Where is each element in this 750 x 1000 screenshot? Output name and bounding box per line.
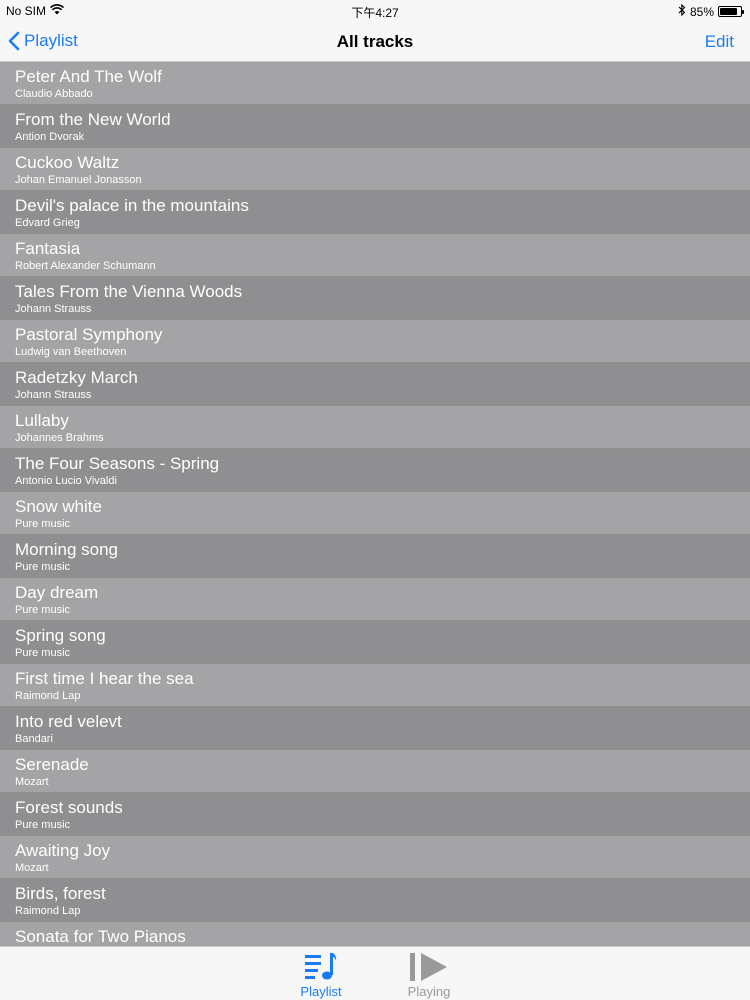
track-row[interactable]: Radetzky March Johann Strauss <box>0 363 750 406</box>
battery-fill <box>720 8 737 15</box>
track-artist: Johan Emanuel Jonasson <box>15 174 142 186</box>
track-row[interactable]: Tales From the Vienna Woods Johann Straus… <box>0 277 750 320</box>
battery-percent: 85% <box>689 4 714 19</box>
track-title: Peter And The Wolf <box>15 67 162 86</box>
track-title: Birds, forest <box>15 884 106 903</box>
track-row[interactable]: Day dream Pure music <box>0 578 750 621</box>
track-title: Radetzky March <box>15 368 138 387</box>
track-title: Day dream <box>15 583 99 602</box>
track-row[interactable]: Spring song Pure music <box>0 621 750 664</box>
track-artist: Johann Strauss <box>15 389 92 401</box>
navigation-bar: Playlist All tracks Edit <box>0 22 750 62</box>
track-row[interactable]: Serenade Mozart <box>0 750 750 793</box>
track-title: Snow white <box>15 497 102 516</box>
track-artist: Antion Dvorak <box>15 131 85 143</box>
track-row[interactable]: Lullaby Johannes Brahms <box>0 406 750 449</box>
tab-playlist[interactable]: Playlist <box>281 951 361 999</box>
track-artist: Raimond Lap <box>15 905 81 917</box>
track-row[interactable]: Birds, forest Raimond Lap <box>0 879 750 922</box>
track-artist: Bandari <box>15 733 53 745</box>
track-row[interactable]: Pastoral Symphony Ludwig van Beethoven <box>0 320 750 363</box>
track-row[interactable]: Morning song Pure music <box>0 535 750 578</box>
track-row[interactable]: The Four Seasons - Spring Antonio Lucio V… <box>0 449 750 492</box>
music-list-icon <box>281 951 361 983</box>
track-artist: Edvard Grieg <box>15 217 80 229</box>
track-artist: Johannes Brahms <box>15 432 104 444</box>
tab-playing-label: Playing <box>407 984 451 999</box>
track-title: Spring song <box>15 626 106 645</box>
status-right: 85% <box>678 3 744 19</box>
track-row[interactable]: Cuckoo Waltz Johan Emanuel Jonasson <box>0 148 750 191</box>
track-row[interactable]: First time I hear the sea Raimond Lap <box>0 664 750 707</box>
track-title: The Four Seasons - Spring <box>15 454 220 473</box>
track-artist: Raimond Lap <box>15 690 81 702</box>
battery-icon <box>718 6 744 17</box>
track-artist: Pure music <box>15 561 71 573</box>
page-title: All tracks <box>336 32 414 51</box>
track-title: Cuckoo Waltz <box>15 153 120 172</box>
track-artist: Pure music <box>15 819 71 831</box>
track-artist: Claudio Abbado <box>15 88 93 100</box>
track-row[interactable]: From the New World Antion Dvorak <box>0 105 750 148</box>
track-title: Sonata for Two Pianos <box>15 927 186 946</box>
track-row[interactable]: Into red velevt Bandari <box>0 707 750 750</box>
track-artist: Mozart <box>15 776 49 788</box>
tab-playing[interactable]: Playing <box>389 951 469 999</box>
track-row[interactable]: Awaiting Joy Mozart <box>0 836 750 879</box>
tab-playlist-label: Playlist <box>300 984 342 999</box>
track-artist: Mozart <box>15 862 49 874</box>
track-artist: Antonio Lucio Vivaldi <box>15 475 117 487</box>
track-title: From the New World <box>15 110 171 129</box>
track-title: Forest sounds <box>15 798 123 817</box>
track-artist: Johann Strauss <box>15 303 92 315</box>
track-title: Pastoral Symphony <box>15 325 163 344</box>
track-row[interactable]: Sonata for Two Pianos <box>0 922 750 946</box>
track-artist: Pure music <box>15 518 71 530</box>
track-row[interactable]: Peter And The Wolf Claudio Abbado <box>0 62 750 105</box>
status-time: 下午4:27 <box>351 6 399 20</box>
track-row[interactable]: Snow white Pure music <box>0 492 750 535</box>
track-title: Devil's palace in the mountains <box>15 196 249 215</box>
track-title: Lullaby <box>15 411 69 430</box>
track-title: Morning song <box>15 540 119 559</box>
track-row[interactable]: Devil's palace in the mountains Edvard Gr… <box>0 191 750 234</box>
track-row[interactable]: Fantasia Robert Alexander Schumann <box>0 234 750 277</box>
track-title: First time I hear the sea <box>15 669 194 688</box>
track-title: Awaiting Joy <box>15 841 111 860</box>
bluetooth-icon <box>678 3 686 19</box>
track-title: Tales From the Vienna Woods <box>15 282 243 301</box>
track-artist: Pure music <box>15 604 71 616</box>
track-artist: Robert Alexander Schumann <box>15 260 156 272</box>
track-title: Fantasia <box>15 239 81 258</box>
tab-bar: Playlist Playing <box>0 946 750 1000</box>
play-icon <box>389 951 469 983</box>
edit-button[interactable]: Edit <box>705 32 734 52</box>
track-title: Serenade <box>15 755 89 774</box>
track-list[interactable]: Peter And The Wolf Claudio Abbado From the… <box>0 62 750 946</box>
track-artist: Pure music <box>15 647 71 659</box>
track-row[interactable]: Forest sounds Pure music <box>0 793 750 836</box>
track-title: Into red velevt <box>15 712 122 731</box>
track-artist: Ludwig van Beethoven <box>15 346 127 358</box>
status-bar: No SIM 下午4:27 85% <box>0 0 750 22</box>
